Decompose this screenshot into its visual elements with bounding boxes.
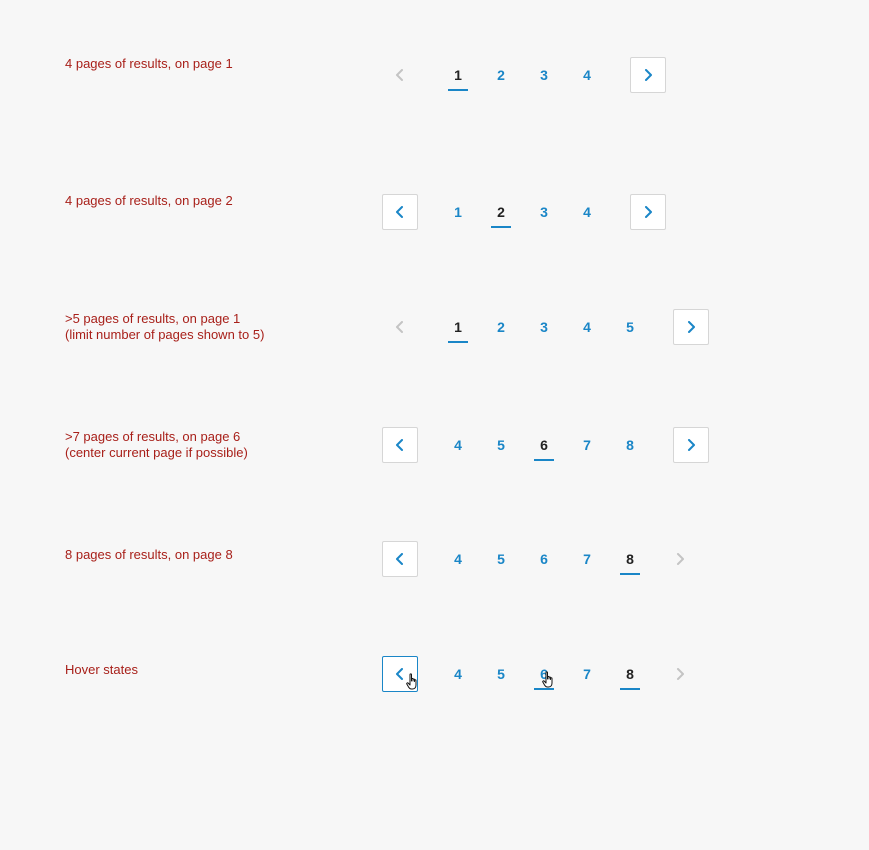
chevron-right-icon xyxy=(645,69,652,81)
previous-page-button xyxy=(382,57,418,93)
previous-page-button xyxy=(382,309,418,345)
pagination-control: 1234 xyxy=(0,194,869,234)
next-page-button xyxy=(662,541,698,577)
next-page-button[interactable] xyxy=(673,427,709,463)
next-page-button[interactable] xyxy=(673,309,709,345)
page-link[interactable]: 5 xyxy=(619,309,641,345)
page-link[interactable]: 2 xyxy=(490,57,512,93)
previous-page-button[interactable] xyxy=(382,194,418,230)
previous-page-button[interactable] xyxy=(382,427,418,463)
page-link[interactable]: 5 xyxy=(490,541,512,577)
chevron-right-icon xyxy=(645,206,652,218)
current-page-number: 8 xyxy=(619,656,641,692)
page-link[interactable]: 4 xyxy=(447,427,469,463)
chevron-left-icon xyxy=(396,439,403,451)
pagination-control: 1234 xyxy=(0,57,869,97)
current-page-number: 6 xyxy=(533,427,555,463)
page-link[interactable]: 4 xyxy=(447,541,469,577)
page-link[interactable]: 7 xyxy=(576,427,598,463)
chevron-left-icon xyxy=(396,321,403,333)
hand-pointer-icon xyxy=(406,673,420,690)
page-link[interactable]: 1 xyxy=(447,194,469,230)
page-link[interactable]: 3 xyxy=(533,309,555,345)
page-link[interactable]: 3 xyxy=(533,194,555,230)
page-link[interactable]: 4 xyxy=(447,656,469,692)
pagination-control: 45678 xyxy=(0,541,869,581)
chevron-left-icon xyxy=(396,668,403,680)
current-page-number: 2 xyxy=(490,194,512,230)
previous-page-button[interactable] xyxy=(382,541,418,577)
page-link[interactable]: 3 xyxy=(533,57,555,93)
page-link[interactable]: 5 xyxy=(490,427,512,463)
chevron-right-icon xyxy=(677,668,684,680)
pagination-control: 12345 xyxy=(0,309,869,349)
next-page-button xyxy=(662,656,698,692)
chevron-right-icon xyxy=(688,439,695,451)
chevron-right-icon xyxy=(677,553,684,565)
chevron-left-icon xyxy=(396,69,403,81)
page-link[interactable]: 7 xyxy=(576,541,598,577)
page-link[interactable]: 8 xyxy=(619,427,641,463)
page-link[interactable]: 4 xyxy=(576,194,598,230)
current-page-number: 1 xyxy=(447,57,469,93)
page-link[interactable]: 4 xyxy=(576,57,598,93)
page-link[interactable]: 7 xyxy=(576,656,598,692)
page-link[interactable]: 5 xyxy=(490,656,512,692)
next-page-button[interactable] xyxy=(630,194,666,230)
pagination-control: 45678 xyxy=(0,656,869,696)
page-link[interactable]: 4 xyxy=(576,309,598,345)
chevron-left-icon xyxy=(396,206,403,218)
page-link[interactable]: 6 xyxy=(533,541,555,577)
chevron-right-icon xyxy=(688,321,695,333)
next-page-button[interactable] xyxy=(630,57,666,93)
current-page-number: 8 xyxy=(619,541,641,577)
pagination-control: 45678 xyxy=(0,427,869,467)
page-link[interactable]: 2 xyxy=(490,309,512,345)
current-page-number: 1 xyxy=(447,309,469,345)
hand-pointer-icon xyxy=(542,671,556,688)
chevron-left-icon xyxy=(396,553,403,565)
